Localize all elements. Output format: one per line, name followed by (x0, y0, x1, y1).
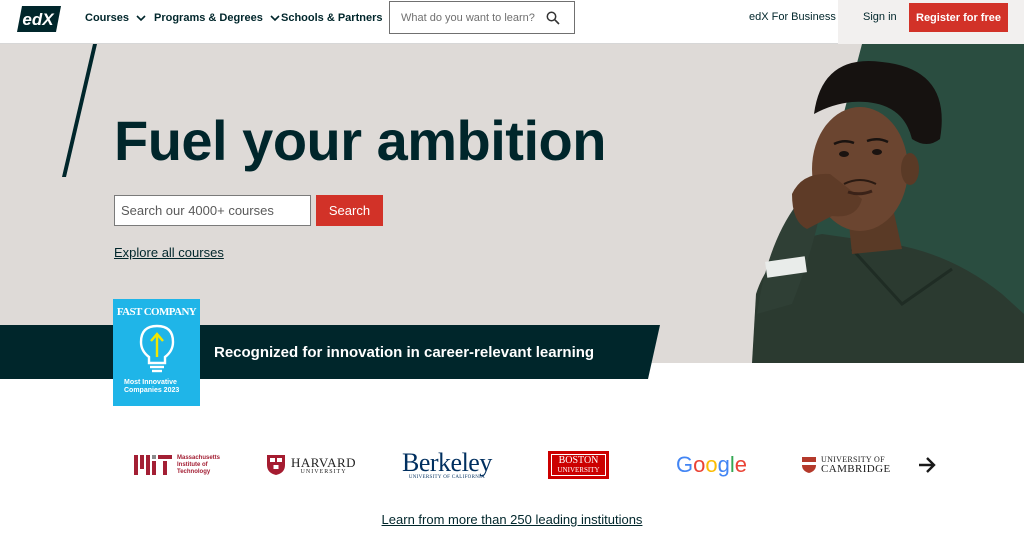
learn-more-row: Learn from more than 250 leading institu… (0, 512, 1024, 527)
cambridge-name: UNIVERSITY OF CAMBRIDGE (821, 455, 891, 475)
mit-name: Massachusetts Institute of Technology (177, 455, 220, 476)
partners-next-button[interactable] (911, 449, 943, 481)
partner-logo-harvard[interactable]: HARVARD UNIVERSITY (266, 447, 356, 483)
sign-in-link[interactable]: Sign in (863, 11, 897, 23)
header-search-box (389, 1, 575, 34)
chevron-down-icon (136, 15, 146, 22)
mit-mark (134, 455, 172, 475)
bu-box: BOSTON UNIVERSITY (548, 451, 609, 479)
search-icon[interactable] (546, 11, 560, 25)
hero-search-input[interactable] (121, 203, 306, 218)
hero-search-button[interactable]: Search (316, 195, 383, 226)
explore-all-courses-link[interactable]: Explore all courses (114, 245, 224, 260)
mit-line-1: Massachusetts (177, 454, 221, 461)
arrow-right-icon (919, 457, 936, 473)
mit-line-2: Institute of (177, 461, 208, 468)
recognition-text: Recognized for innovation in career-rele… (214, 344, 595, 361)
hero-photo (752, 44, 1024, 363)
badge-line-2: Companies 2023 (124, 387, 180, 394)
hero-title: Fuel your ambition (114, 109, 606, 172)
harvard-wordmark: HARVARD (291, 454, 357, 470)
nav-courses-label: Courses (85, 12, 130, 24)
nav-programs-label: Programs & Degrees (154, 12, 263, 24)
lightbulb-icon (139, 324, 175, 373)
decorative-slash (62, 44, 97, 177)
partner-logo-mit[interactable]: Massachusetts Institute of Technology (134, 447, 220, 483)
bu-sub: UNIVERSITY (557, 466, 600, 474)
partner-logo-google[interactable]: Google (676, 447, 748, 483)
svg-text:Google: Google (676, 452, 747, 477)
header-search-input[interactable] (401, 11, 541, 24)
mit-line-3: Technology (177, 468, 211, 475)
nav-schools-label: Schools & Partners (281, 12, 383, 24)
fast-company-badge[interactable]: FAST COMPANY Most Innovative Companies 2… (113, 299, 200, 406)
hero-search-box (114, 195, 311, 226)
berkeley-sub: UNIVERSITY OF CALIFORNIA (408, 474, 486, 480)
badge-line-1: Most Innovative (124, 379, 177, 386)
google-wordmark: Google (676, 452, 747, 477)
bu-wordmark: BOSTON (558, 455, 599, 466)
cambridge-shield-icon (802, 457, 816, 473)
nav-courses[interactable]: Courses (85, 0, 146, 36)
harvard-name: HARVARD UNIVERSITY (291, 456, 356, 475)
logo-text: edX (22, 10, 55, 29)
edx-for-business-link[interactable]: edX For Business (749, 11, 836, 23)
harvard-shield-icon (267, 455, 285, 475)
harvard-sub: UNIVERSITY (300, 468, 347, 475)
register-button[interactable]: Register for free (909, 3, 1008, 32)
top-nav-bar: edX Courses Programs & Degrees Schools &… (0, 0, 1024, 44)
berkeley-wordmark: Berkeley (402, 447, 492, 477)
nav-programs-degrees[interactable]: Programs & Degrees (154, 0, 280, 36)
fast-company-caption: Most Innovative Companies 2023 (124, 379, 179, 395)
partner-logo-cambridge[interactable]: UNIVERSITY OF CAMBRIDGE (801, 447, 891, 483)
learn-more-link[interactable]: Learn from more than 250 leading institu… (382, 512, 643, 527)
partner-logo-berkeley[interactable]: Berkeley UNIVERSITY OF CALIFORNIA (402, 447, 492, 483)
berkeley-name: Berkeley UNIVERSITY OF CALIFORNIA (402, 447, 492, 480)
nav-schools-partners[interactable]: Schools & Partners (281, 0, 382, 36)
cambridge-line-2: CAMBRIDGE (821, 463, 891, 475)
person-illustration (752, 44, 1024, 363)
partner-logo-boston-university[interactable]: BOSTON UNIVERSITY (548, 447, 609, 483)
edx-logo[interactable]: edX (17, 6, 61, 32)
fast-company-wordmark: FAST COMPANY (116, 306, 197, 318)
chevron-down-icon (270, 15, 280, 22)
